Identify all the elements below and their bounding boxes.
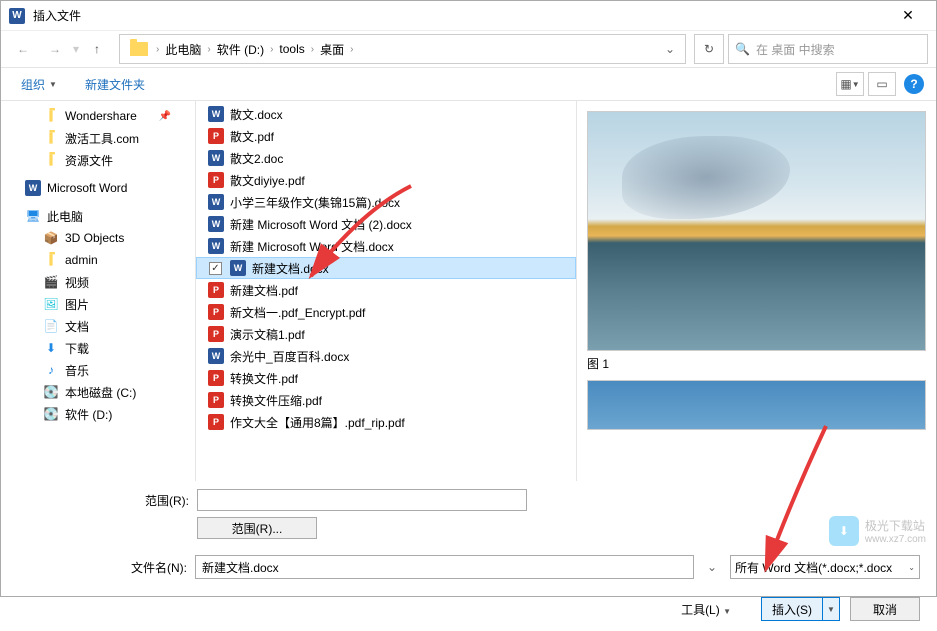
back-arrow-icon: ← — [9, 35, 37, 63]
word-file-icon: W — [208, 348, 224, 364]
word-file-icon: W — [208, 106, 224, 122]
file-row[interactable]: P新文档一.pdf_Encrypt.pdf — [196, 301, 576, 323]
cancel-button[interactable]: 取消 — [850, 597, 920, 621]
file-row[interactable]: P新建文档.pdf — [196, 279, 576, 301]
pdf-file-icon: P — [208, 392, 224, 408]
forward-arrow-icon: → — [41, 35, 69, 63]
help-button[interactable]: ? — [904, 74, 924, 94]
file-row[interactable]: W新建 Microsoft Word 文档 (2).docx — [196, 213, 576, 235]
insert-dropdown-icon[interactable]: ▼ — [823, 598, 839, 620]
breadcrumb-desktop[interactable]: 桌面 — [316, 39, 348, 60]
filename-dropdown-icon[interactable]: ⌄ — [702, 560, 722, 574]
up-arrow-icon[interactable]: ↑ — [83, 35, 111, 63]
preview-pane: 图 1 — [576, 101, 936, 481]
breadcrumb-tools[interactable]: tools — [275, 40, 308, 58]
file-row[interactable]: P演示文稿1.pdf — [196, 323, 576, 345]
search-input[interactable]: 🔍 在 桌面 中搜索 — [728, 34, 928, 64]
preview-image-2 — [587, 380, 926, 430]
sidebar-item-thispc[interactable]: 🖥此电脑 — [1, 205, 195, 227]
address-bar[interactable]: › 此电脑 › 软件 (D:) › tools › 桌面 › ⌄ — [119, 34, 686, 64]
search-placeholder: 在 桌面 中搜索 — [756, 41, 835, 58]
sidebar-item-3dobjects[interactable]: 📦3D Objects — [1, 227, 195, 249]
preview-label-1: 图 1 — [587, 355, 926, 372]
file-row[interactable]: P散文diyiye.pdf — [196, 169, 576, 191]
view-icons-button[interactable]: ▦ ▼ — [836, 72, 864, 96]
chevron-right-icon: › — [311, 44, 314, 55]
word-file-icon: W — [208, 238, 224, 254]
pdf-file-icon: P — [208, 326, 224, 342]
new-folder-button[interactable]: 新建文件夹 — [77, 72, 153, 97]
window-title: 插入文件 — [33, 7, 888, 24]
chevron-right-icon: › — [207, 44, 210, 55]
file-row[interactable]: W散文2.doc — [196, 147, 576, 169]
pdf-file-icon: P — [208, 370, 224, 386]
breadcrumb-drive[interactable]: 软件 (D:) — [213, 39, 268, 60]
file-list: W散文.docx P散文.pdf W散文2.doc P散文diyiye.pdf … — [196, 101, 576, 481]
folder-icon — [130, 42, 148, 56]
pdf-file-icon: P — [208, 304, 224, 320]
file-row[interactable]: P散文.pdf — [196, 125, 576, 147]
sidebar-item-documents[interactable]: 📄文档 — [1, 315, 195, 337]
sidebar-item-music[interactable]: ♪音乐 — [1, 359, 195, 381]
sidebar-item-resources[interactable]: 资源文件 — [1, 149, 195, 171]
search-icon: 🔍 — [735, 42, 750, 56]
file-row[interactable]: W新建 Microsoft Word 文档.docx — [196, 235, 576, 257]
file-row[interactable]: P转换文件压缩.pdf — [196, 389, 576, 411]
chevron-right-icon: › — [156, 44, 159, 55]
insert-button[interactable]: 插入(S) ▼ — [761, 597, 840, 621]
close-button[interactable]: ✕ — [888, 1, 928, 31]
sidebar-item-pictures[interactable]: 🖼图片 — [1, 293, 195, 315]
filename-label: 文件名(N): — [17, 559, 187, 576]
address-dropdown-icon[interactable]: ⌄ — [659, 42, 681, 56]
file-row[interactable]: W余光中_百度百科.docx — [196, 345, 576, 367]
sidebar-item-downloads[interactable]: ⬇下载 — [1, 337, 195, 359]
pdf-file-icon: P — [208, 128, 224, 144]
file-row-selected[interactable]: ✓W新建文档.docx — [196, 257, 576, 279]
checkbox-icon[interactable]: ✓ — [209, 262, 222, 275]
pdf-file-icon: P — [208, 414, 224, 430]
word-file-icon: W — [208, 216, 224, 232]
filename-input[interactable] — [195, 555, 694, 579]
word-file-icon: W — [208, 150, 224, 166]
chevron-right-icon: › — [270, 44, 273, 55]
file-row[interactable]: W小学三年级作文(集锦15篇).docx — [196, 191, 576, 213]
word-file-icon: W — [208, 194, 224, 210]
word-file-icon: W — [230, 260, 246, 276]
chevron-down-icon: ⌄ — [908, 563, 915, 572]
file-filter-select[interactable]: 所有 Word 文档(*.docx;*.docx ⌄ — [730, 555, 920, 579]
sidebar-item-activate[interactable]: 激活工具.com — [1, 127, 195, 149]
sidebar-item-drive-d[interactable]: 💽软件 (D:) — [1, 403, 195, 425]
preview-image-1 — [587, 111, 926, 351]
sidebar-item-msword[interactable]: WMicrosoft Word — [1, 177, 195, 199]
file-row[interactable]: P转换文件.pdf — [196, 367, 576, 389]
nav-separator: ▾ — [73, 42, 79, 56]
range-input[interactable] — [197, 489, 527, 511]
pdf-file-icon: P — [208, 172, 224, 188]
sidebar-item-videos[interactable]: 🎬视频 — [1, 271, 195, 293]
app-icon: W — [9, 8, 25, 24]
chevron-down-icon: ▼ — [49, 80, 57, 89]
sidebar-item-wondershare[interactable]: Wondershare📌 — [1, 105, 195, 127]
sidebar-item-localdisk-c[interactable]: 💽本地磁盘 (C:) — [1, 381, 195, 403]
file-row[interactable]: P作文大全【通用8篇】.pdf_rip.pdf — [196, 411, 576, 433]
sidebar-item-admin[interactable]: admin — [1, 249, 195, 271]
file-row[interactable]: W散文.docx — [196, 103, 576, 125]
sidebar: Wondershare📌 激活工具.com 资源文件 WMicrosoft Wo… — [1, 101, 196, 481]
tools-dropdown[interactable]: 工具(L) ▼ — [681, 601, 731, 618]
pdf-file-icon: P — [208, 282, 224, 298]
breadcrumb-pc[interactable]: 此电脑 — [161, 39, 205, 60]
range-button[interactable]: 范围(R)... — [197, 517, 317, 539]
chevron-down-icon: ▼ — [723, 607, 731, 616]
pin-icon: 📌 — [159, 111, 171, 122]
chevron-right-icon: › — [350, 44, 353, 55]
range-label: 范围(R): — [17, 492, 197, 509]
preview-pane-button[interactable]: ▭ — [868, 72, 896, 96]
organize-button[interactable]: 组织 ▼ — [13, 72, 65, 97]
refresh-button[interactable]: ↻ — [694, 34, 724, 64]
